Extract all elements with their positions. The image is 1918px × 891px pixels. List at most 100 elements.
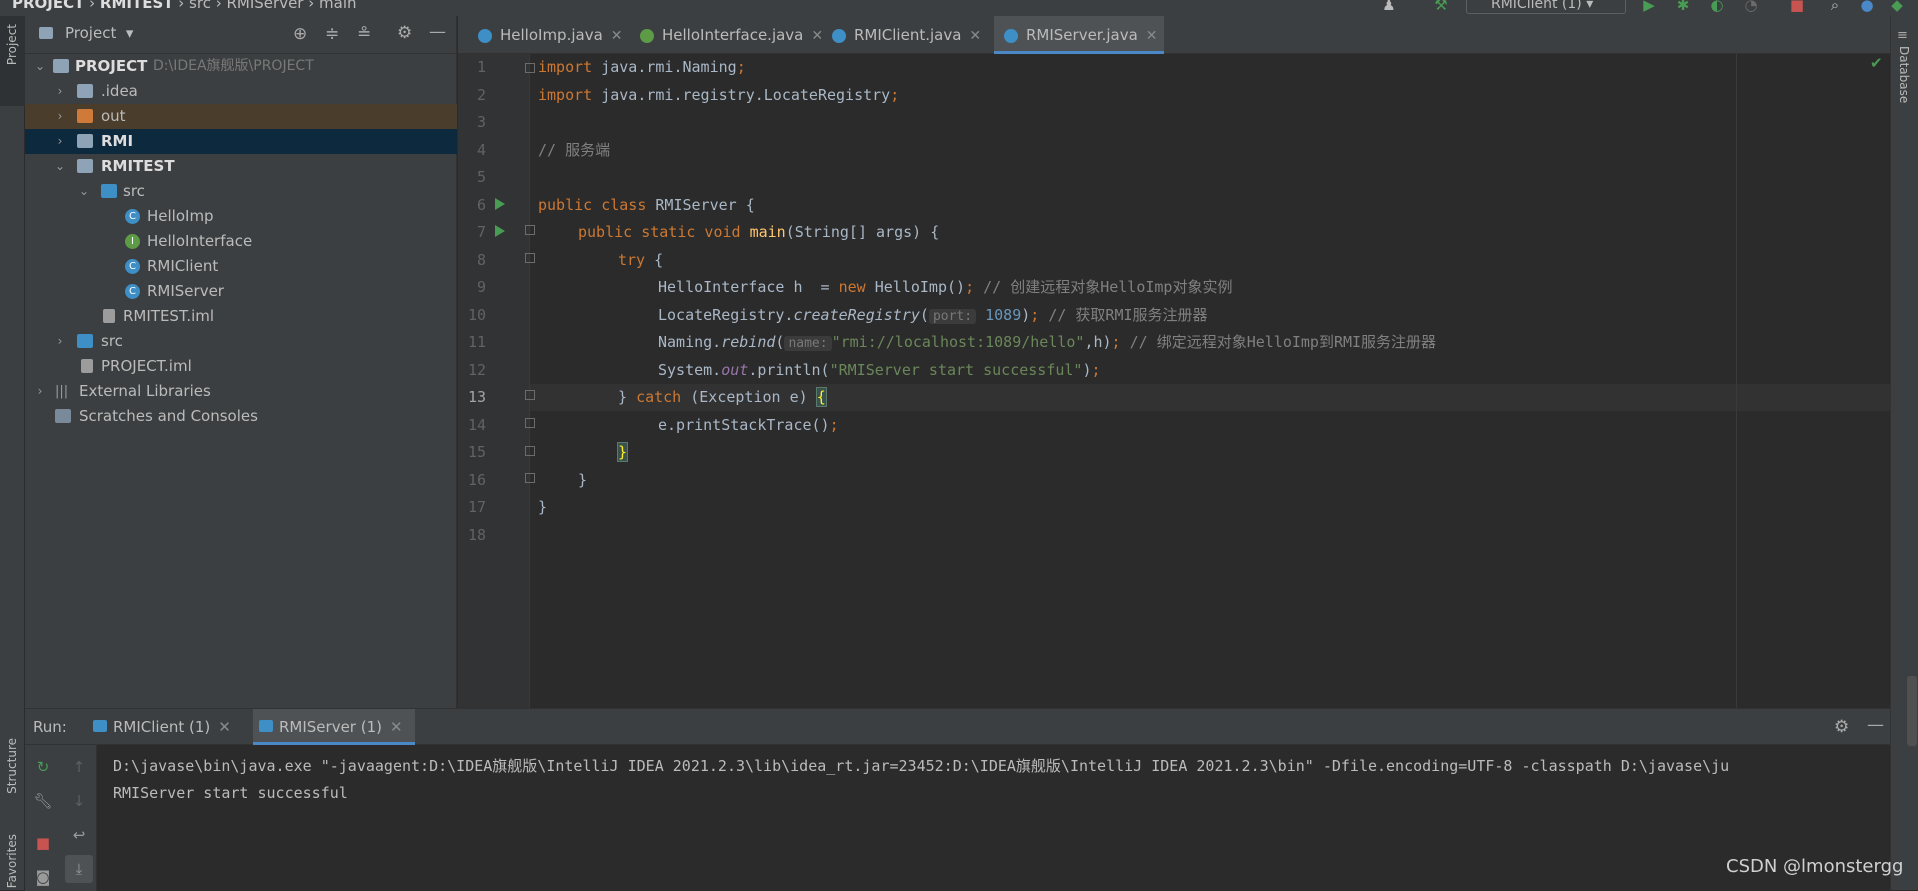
run-label: Run: xyxy=(33,718,67,736)
run-main-icon[interactable] xyxy=(495,225,505,237)
tree-item-project-iml[interactable]: PROJECT.iml xyxy=(25,354,457,379)
search-icon[interactable]: ⌕ xyxy=(1826,0,1844,14)
fold-marker-icon[interactable] xyxy=(525,473,535,483)
close-icon[interactable]: ✕ xyxy=(390,718,403,736)
tree-item-rmitest[interactable]: ⌄ RMITEST xyxy=(25,154,457,179)
tree-item-rmiserver[interactable]: C RMIServer xyxy=(25,279,457,304)
chevron-right-icon[interactable]: › xyxy=(53,79,67,104)
build-hammer-icon[interactable]: ⚒ xyxy=(1432,0,1450,14)
hide-panel-icon[interactable]: — xyxy=(1867,715,1884,735)
settings-gear-icon[interactable]: ⚙ xyxy=(1834,717,1849,737)
code-text: Naming. xyxy=(658,333,722,351)
expand-all-icon[interactable]: ≑ xyxy=(325,24,339,44)
tree-item-external-libraries[interactable]: › ||| External Libraries xyxy=(25,379,457,404)
down-arrow-icon[interactable]: ↓ xyxy=(69,791,89,811)
chevron-down-icon[interactable]: ⌄ xyxy=(33,54,47,79)
line-number: 14 xyxy=(467,415,486,434)
hide-panel-icon[interactable]: — xyxy=(429,22,446,42)
code-text: e.printStackTrace() xyxy=(658,415,830,434)
chevron-right-icon[interactable]: › xyxy=(53,104,67,129)
fold-marker-icon[interactable] xyxy=(525,446,535,456)
tree-item-helloimp[interactable]: C HelloImp xyxy=(25,204,457,229)
tab-label: RMIClient.java xyxy=(854,26,962,44)
fold-marker-icon[interactable] xyxy=(525,253,535,263)
code-text: .println( xyxy=(748,360,830,379)
user-icon[interactable]: ♟ xyxy=(1380,0,1398,14)
chevron-right-icon[interactable]: › xyxy=(53,129,67,154)
breadcrumb-method[interactable]: main xyxy=(319,0,356,12)
parameter-hint: port: xyxy=(928,308,977,324)
breadcrumb-module[interactable]: RMITEST xyxy=(100,0,174,12)
tree-item-rmiclient[interactable]: C RMIClient xyxy=(25,254,457,279)
tree-item-rmi[interactable]: › RMI xyxy=(25,129,457,154)
tree-item-scratches[interactable]: Scratches and Consoles xyxy=(25,404,457,429)
profile-icon[interactable]: ◔ xyxy=(1742,0,1760,14)
up-arrow-icon[interactable]: ↑ xyxy=(69,757,89,777)
breadcrumb-class[interactable]: RMIServer xyxy=(227,0,304,12)
locate-icon[interactable]: ⊕ xyxy=(293,24,307,44)
run-icon[interactable]: ▶ xyxy=(1640,0,1658,14)
watermark: CSDN @lmonstergg xyxy=(1726,856,1904,877)
soft-wrap-icon[interactable]: ↩ xyxy=(69,825,89,845)
tree-item-label: External Libraries xyxy=(79,382,211,400)
coverage-icon[interactable]: ◐ xyxy=(1708,0,1726,14)
breadcrumb[interactable]: PROJECT › RMITEST › src › RMIServer › ma… xyxy=(12,0,357,12)
chevron-right-icon[interactable]: › xyxy=(53,329,67,354)
close-icon[interactable]: ✕ xyxy=(969,28,981,44)
tree-item-src[interactable]: ⌄ src xyxy=(25,179,457,204)
tree-item-root-src[interactable]: › src xyxy=(25,329,457,354)
close-icon[interactable]: ✕ xyxy=(1146,28,1158,44)
update-icon[interactable]: ● xyxy=(1858,0,1876,14)
code-line-13: } catch (Exception e) { xyxy=(618,384,827,411)
run-tab-rmiserver[interactable]: RMIServer (1) ✕ xyxy=(253,709,415,745)
tree-item-hellointerface[interactable]: I HelloInterface xyxy=(25,229,457,254)
breadcrumb-project[interactable]: PROJECT xyxy=(12,0,84,12)
close-icon[interactable]: ✕ xyxy=(611,28,623,44)
scroll-to-end-icon[interactable]: ⤓ xyxy=(65,855,93,883)
fold-marker-icon[interactable] xyxy=(525,390,535,400)
fold-marker-icon[interactable] xyxy=(525,63,535,73)
fold-marker-icon[interactable] xyxy=(525,418,535,428)
memory-indicator[interactable] xyxy=(1907,676,1917,746)
database-tool-tab[interactable]: ≡ Database xyxy=(1891,28,1918,118)
project-tool-tab[interactable]: Project xyxy=(0,16,25,106)
inspection-ok-icon[interactable]: ✔ xyxy=(1870,54,1883,72)
tab-helloimp[interactable]: HelloImp.java ✕ xyxy=(468,16,628,54)
matched-brace: } xyxy=(616,442,629,462)
code-editor[interactable]: 1 2 3 4 5 6 7 8 9 10 11 12 13 14 15 16 1… xyxy=(458,54,1890,708)
source-folder-icon xyxy=(77,334,93,348)
camera-icon[interactable]: ◙ xyxy=(33,867,53,887)
run-class-icon[interactable] xyxy=(495,198,505,210)
keyword: catch xyxy=(636,388,682,406)
run-config-selector[interactable]: RMIClient (1) ▾ xyxy=(1466,0,1626,14)
breadcrumb-src[interactable]: src xyxy=(189,0,211,12)
class-icon xyxy=(832,28,846,43)
tree-item-project-root[interactable]: ⌄ PROJECT D:\IDEA旗舰版\PROJECT xyxy=(25,54,457,79)
wrench-icon[interactable]: 🔧︎ xyxy=(33,791,53,811)
chevron-down-icon[interactable]: ⌄ xyxy=(77,179,91,204)
collapse-all-icon[interactable]: ≗ xyxy=(357,24,371,44)
tab-rmiclient[interactable]: RMIClient.java ✕ xyxy=(822,16,992,54)
tab-hellointerface[interactable]: HelloInterface.java ✕ xyxy=(630,16,823,54)
semicolon: ; xyxy=(1091,360,1101,379)
tree-item-out[interactable]: › out xyxy=(25,104,457,129)
tab-rmiserver[interactable]: RMIServer.java ✕ xyxy=(994,16,1164,54)
close-icon[interactable]: ✕ xyxy=(218,718,231,736)
stop-icon[interactable]: ■ xyxy=(33,833,53,853)
debug-icon[interactable]: ✱ xyxy=(1674,0,1692,14)
fold-marker-icon[interactable] xyxy=(525,225,535,235)
semicolon: ; xyxy=(965,278,975,296)
tree-item-idea[interactable]: › .idea xyxy=(25,79,457,104)
code-line-12: System.out.println("RMIServer start succ… xyxy=(658,357,1101,384)
favorites-tool-tab[interactable]: Favorites xyxy=(0,828,25,890)
project-view-selector[interactable]: Project ▾ xyxy=(65,24,133,42)
tree-item-rmitest-iml[interactable]: RMITEST.iml xyxy=(25,304,457,329)
rerun-icon[interactable]: ↻ xyxy=(33,757,53,777)
plugin-icon[interactable]: ◆ xyxy=(1888,0,1906,14)
chevron-right-icon[interactable]: › xyxy=(33,379,47,404)
stop-icon[interactable]: ■ xyxy=(1788,0,1806,14)
structure-tool-tab[interactable]: Structure xyxy=(0,726,25,816)
run-tab-rmiclient[interactable]: RMIClient (1) ✕ xyxy=(87,709,237,745)
settings-gear-icon[interactable]: ⚙ xyxy=(397,23,412,43)
chevron-down-icon[interactable]: ⌄ xyxy=(53,154,67,179)
